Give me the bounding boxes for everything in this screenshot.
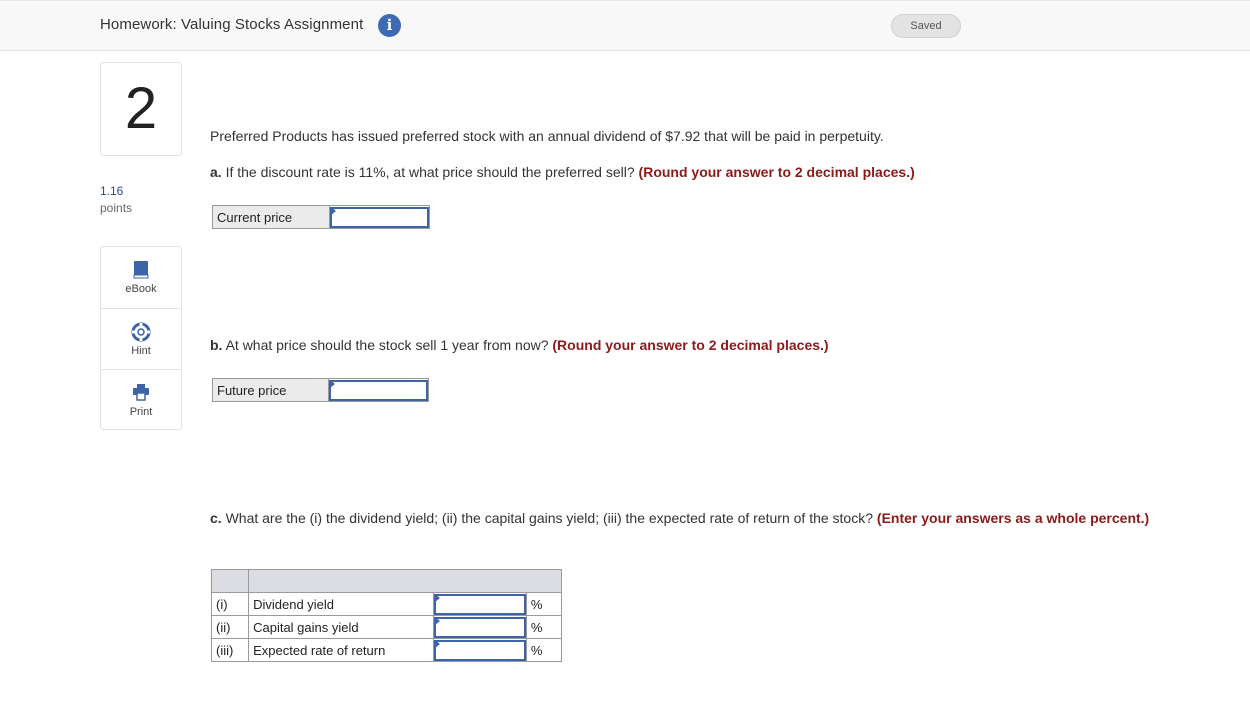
capital-gains-yield-cell: [432, 615, 527, 639]
row-label: Expected rate of return: [248, 638, 434, 662]
capital-gains-yield-input[interactable]: [433, 616, 526, 638]
percent-unit: %: [525, 615, 563, 639]
assignment-title: Homework: Valuing Stocks Assignment: [100, 16, 364, 33]
row-label: Capital gains yield: [248, 615, 434, 639]
dividend-yield-input[interactable]: [433, 593, 526, 615]
header-cell: [210, 569, 250, 593]
points-label: points: [100, 201, 133, 215]
part-a-instruction: (Round your answer to 2 decimal places.): [638, 164, 915, 180]
current-price-label: Current price: [212, 205, 330, 229]
hint-button[interactable]: Hint: [101, 308, 181, 369]
question-number-box: 2: [100, 62, 182, 156]
part-b-prefix: b.: [210, 337, 223, 353]
points-value: 1.16: [100, 184, 124, 198]
table-row: (ii) Capital gains yield %: [210, 615, 563, 639]
part-b-text: At what price should the stock sell 1 ye…: [222, 337, 553, 353]
part-a-question: a. If the discount rate is 11%, at what …: [210, 163, 915, 181]
future-price-label: Future price: [212, 378, 329, 402]
top-bar: Homework: Valuing Stocks Assignment i Sa…: [0, 0, 1250, 51]
part-c-instruction: (Enter your answers as a whole percent.): [876, 510, 1150, 526]
header-cell: [248, 569, 562, 593]
table-row: (iii) Expected rate of return %: [210, 638, 563, 662]
row-label: Dividend yield: [248, 592, 434, 616]
future-price-cell: [328, 378, 429, 402]
lifebuoy-icon: [131, 322, 151, 342]
part-b-instruction: (Round your answer to 2 decimal places.): [552, 337, 829, 353]
part-c-text: What are the (i) the dividend yield; (ii…: [221, 510, 877, 526]
info-icon[interactable]: i: [378, 14, 401, 37]
dividend-yield-cell: [432, 592, 527, 616]
print-button[interactable]: Print: [101, 369, 181, 430]
table-header-row: [210, 569, 562, 593]
ebook-label: eBook: [125, 283, 157, 295]
tools-panel: eBook Hint Print: [100, 246, 182, 430]
saved-status-badge: Saved: [891, 14, 961, 38]
current-price-input[interactable]: [330, 206, 429, 228]
part-a-text: If the discount rate is 11%, at what pri…: [221, 164, 639, 180]
future-price-input[interactable]: [329, 379, 428, 401]
roman-numeral: (iii): [210, 638, 250, 662]
current-price-cell: [329, 205, 430, 229]
problem-intro: Preferred Products has issued preferred …: [210, 128, 884, 144]
percent-unit: %: [525, 638, 563, 662]
table-row: (i) Dividend yield %: [210, 592, 563, 616]
printer-icon: [133, 384, 149, 401]
part-b-answer-table: Future price: [212, 378, 429, 402]
expected-return-cell: [432, 638, 527, 662]
print-label: Print: [129, 406, 153, 418]
part-b-question: b. At what price should the stock sell 1…: [210, 336, 829, 354]
roman-numeral: (ii): [210, 615, 250, 639]
part-a-prefix: a.: [210, 164, 222, 180]
hint-label: Hint: [131, 345, 151, 357]
part-c-prefix: c.: [210, 510, 222, 526]
expected-return-input[interactable]: [433, 639, 526, 661]
book-icon: [133, 261, 149, 279]
ebook-button[interactable]: eBook: [101, 247, 181, 308]
question-number: 2: [124, 76, 158, 141]
part-c-question: c. What are the (i) the dividend yield; …: [210, 509, 1150, 527]
roman-numeral: (i): [210, 592, 250, 616]
part-c-answer-table: (i) Dividend yield % (ii) Capital gains …: [210, 569, 563, 662]
part-a-answer-table: Current price: [212, 205, 430, 229]
percent-unit: %: [525, 592, 563, 616]
